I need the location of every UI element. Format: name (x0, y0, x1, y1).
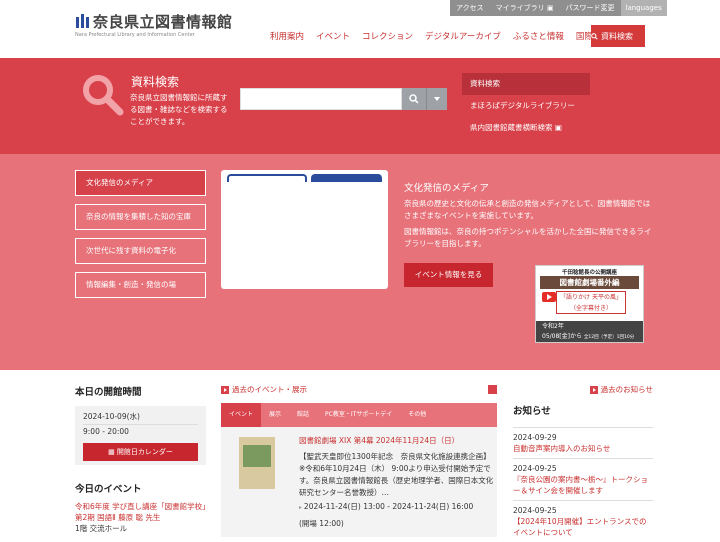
nav-digital-archive[interactable]: デジタルアーカイブ (425, 30, 501, 42)
site-header: 奈良県立図書情報館 Nara Prefectural Library and I… (0, 0, 720, 58)
media-image-panel (221, 170, 388, 289)
opening-hours-title: 本日の開館時間 (75, 387, 142, 398)
news-item: 2024-09-25 【2024年10月開催】エントランスでのイベントについて (513, 500, 653, 542)
news-column: 過去のお知らせ お知らせ 2024-09-29 自動音声案内導入のお知らせ 20… (513, 384, 653, 542)
today-hours: 9:00 - 20:00 (83, 427, 129, 436)
media-card-outline (227, 174, 307, 182)
media-menu: 文化発信のメディア 奈良の情報を集積した知の宝庫 次世代に残す資料の電子化 情報… (75, 170, 206, 306)
media-menu-item[interactable]: 文化発信のメディア (75, 170, 206, 196)
media-title: 文化発信のメディア (404, 183, 489, 194)
language-selector[interactable]: languages (620, 0, 667, 16)
utility-bar: アクセス マイライブラリ ▣ パスワード変更 languages (450, 0, 667, 16)
search-links: 資料検索 まほろばデジタルライブラリー 県内図書館蔵書横断検索 ▣ (462, 73, 590, 139)
arrow-right-icon (221, 385, 229, 394)
util-password[interactable]: パスワード変更 (560, 3, 621, 13)
news-item: 2024-09-25 『奈良公園の案内書～栃～』トークショー＆サイン会を開催しま… (513, 458, 653, 500)
main-nav: 利用案内 イベント コレクション デジタルアーカイブ ふるさと情報 国際交流 資… (270, 25, 645, 47)
media-menu-item[interactable]: 次世代に残す資料の電子化 (75, 238, 206, 264)
site-logo[interactable]: 奈良県立図書情報館 Nara Prefectural Library and I… (75, 12, 235, 42)
logo-text: 奈良県立図書情報館 (93, 13, 233, 31)
media-paragraph: 奈良県の歴史と文化の伝承と創造の発信メディアとして、図書情報館ではさまざまなイベ… (404, 199, 651, 220)
event-description: 【聖武天皇即位1300年記念 奈良県文化施設連携企画】 ※令和6年10月24日（… (299, 452, 494, 497)
opening-hours-box: 2024-10-09(水) 9:00 - 20:00 ▦ 開館日カレンダー (75, 406, 206, 465)
caret-down-icon (434, 97, 440, 101)
search-icon (591, 32, 598, 40)
today-date: 2024-10-09(水) (83, 410, 198, 425)
link-digital-library[interactable]: まほろばデジタルライブラリー (462, 95, 590, 117)
nav-local-info[interactable]: ふるさと情報 (513, 30, 564, 42)
today-event-place: 1階 交流ホール (75, 524, 128, 533)
events-column: 過去のイベント・展示 イベント 展示 館話 PC教室・ITサポートデイ その他 … (221, 384, 497, 537)
logo-mark-icon (76, 14, 89, 28)
link-catalog-search[interactable]: 資料検索 (462, 73, 590, 95)
event-info-button[interactable]: イベント情報を見る (404, 263, 493, 287)
news-list: 2024-09-29 自動音声案内導入のお知らせ 2024-09-25 『奈良公… (513, 427, 653, 542)
event-item: 図書館劇場 XIX 第4幕 2024年11月24日（日） 【聖武天皇即位1300… (221, 427, 497, 537)
magnifier-icon (83, 75, 124, 116)
search-description: 奈良県立図書情報館に所蔵する図書・雑誌などを検索することができます。 (130, 93, 228, 126)
tab-events[interactable]: イベント (221, 403, 262, 427)
rss-icon[interactable] (488, 385, 497, 394)
today-events-title: 今日のイベント (75, 484, 142, 495)
search-submit-button[interactable] (402, 88, 426, 110)
youtube-play-icon (542, 292, 556, 302)
event-time: ▸ 2024-11-24(日) 13:00 - 2024-11-24(日) 16… (299, 502, 474, 511)
nav-events[interactable]: イベント (316, 30, 350, 42)
link-cross-search[interactable]: 県内図書館蔵書横断検索 ▣ (462, 117, 590, 139)
today-column: 本日の開館時間 2024-10-09(水) 9:00 - 20:00 ▦ 開館日… (75, 384, 206, 534)
past-news-link[interactable]: 過去のお知らせ (513, 384, 653, 395)
header-search-button[interactable]: 資料検索 (591, 25, 645, 47)
tab-talks[interactable]: 館話 (289, 403, 317, 427)
tab-other[interactable]: その他 (400, 403, 434, 427)
lecture-banner[interactable]: 千田稔館長の公開講座 図書館劇場番外編 「語りかけ 天平の風」 （全字幕付き） 令… (535, 265, 644, 343)
media-menu-item[interactable]: 情報編集・創造・発信の場 (75, 272, 206, 298)
util-mylibrary[interactable]: マイライブラリ ▣ (490, 3, 560, 13)
logo-subtitle: Nara Prefectural Library and Information… (75, 32, 195, 38)
calendar-button[interactable]: ▦ 開館日カレンダー (83, 443, 198, 461)
arrow-right-icon (589, 385, 598, 394)
media-menu-item[interactable]: 奈良の情報を集積した知の宝庫 (75, 204, 206, 230)
event-open-time: (開場 12:00) (299, 519, 344, 528)
search-options-dropdown[interactable] (426, 88, 447, 110)
search-input[interactable] (240, 88, 402, 110)
nav-guide[interactable]: 利用案内 (270, 30, 304, 42)
search-icon (409, 94, 419, 104)
calendar-icon: ▦ (108, 448, 117, 456)
event-thumbnail[interactable] (239, 437, 275, 489)
news-item: 2024-09-29 自動音声案内導入のお知らせ (513, 427, 653, 458)
media-card-solid (311, 174, 382, 182)
event-tabs: イベント 展示 館話 PC教室・ITサポートデイ その他 (221, 403, 497, 427)
tab-exhibitions[interactable]: 展示 (261, 403, 289, 427)
past-events-link[interactable]: 過去のイベント・展示 (221, 384, 497, 395)
nav-collection[interactable]: コレクション (362, 30, 413, 42)
event-title-link[interactable]: 図書館劇場 XIX 第4幕 2024年11月24日（日） (299, 435, 459, 446)
today-event-link[interactable]: 令和6年度 学び直し講座「図書館学校」第2期 国語Ⅱ 藤原 聡 先生 (75, 501, 206, 523)
search-title: 資料検索 (131, 75, 180, 89)
media-paragraph: 図書情報館は、奈良の持つポテンシャルを活かした全国に発信できるライブラリーを目指… (404, 227, 652, 248)
news-title: お知らせ (513, 406, 551, 417)
util-access[interactable]: アクセス (450, 3, 490, 13)
tab-pc-class[interactable]: PC教室・ITサポートデイ (317, 403, 400, 427)
